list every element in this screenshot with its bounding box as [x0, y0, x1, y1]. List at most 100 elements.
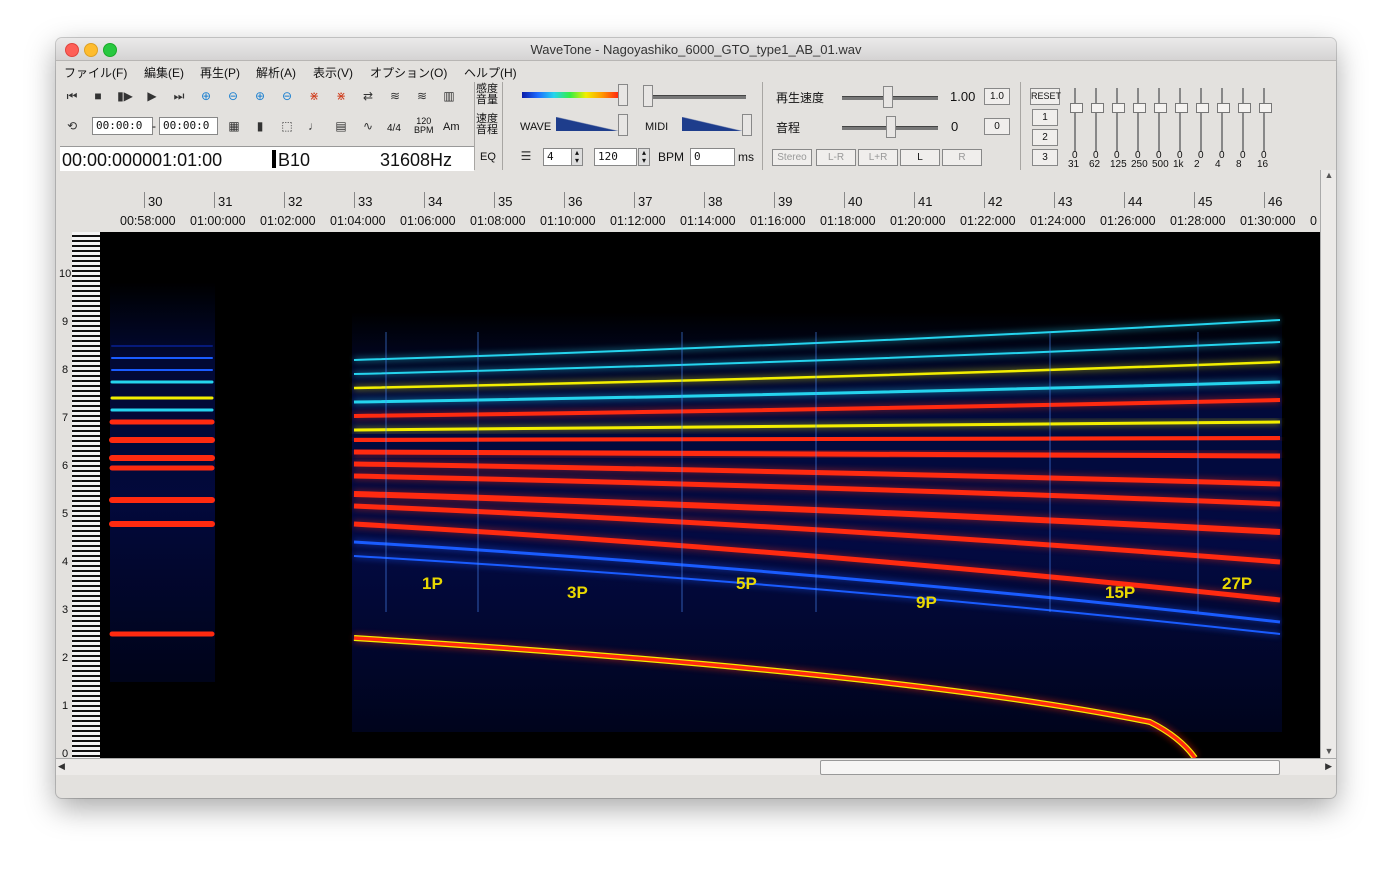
eq-band-knob[interactable]	[1175, 103, 1188, 113]
bpm-indicator[interactable]: 120 BPM	[414, 117, 434, 135]
mode-r[interactable]: R	[942, 149, 982, 166]
menu-view[interactable]: 表示(V)	[313, 64, 353, 81]
scroll-left-icon[interactable]: ◀	[58, 761, 65, 772]
speed-reset-button[interactable]: 1.0	[984, 88, 1010, 105]
ruler-bar-number: 31	[218, 194, 233, 209]
curve-icon[interactable]: ∿	[358, 116, 378, 136]
eq-band-track[interactable]	[1116, 88, 1118, 152]
mode-l[interactable]: L	[900, 149, 940, 166]
eq-band-track[interactable]	[1137, 88, 1139, 152]
eq-band-knob[interactable]	[1070, 103, 1083, 113]
eq-band-track[interactable]	[1179, 88, 1181, 152]
beat-grid-icon[interactable]: ☰	[516, 146, 536, 166]
scroll-up-icon[interactable]: ▲	[1321, 170, 1336, 184]
ruler-bar-number: 34	[428, 194, 443, 209]
time-signature[interactable]: 4/4	[387, 123, 401, 134]
menu-help[interactable]: ヘルプ(H)	[464, 64, 517, 81]
eq-band-track[interactable]	[1242, 88, 1244, 152]
pitch-thumb[interactable]	[886, 116, 896, 138]
fast-forward-icon[interactable]: ⏭	[169, 86, 189, 106]
sensitivity-thumb[interactable]	[618, 84, 628, 106]
ruler-time-label: 01:20:000	[890, 214, 946, 228]
pitch-reset-button[interactable]: 0	[984, 118, 1010, 135]
ruler-tick	[1124, 192, 1125, 208]
stop-icon[interactable]: ■	[88, 86, 108, 106]
octave-label: 9	[62, 316, 69, 328]
eq-band-knob[interactable]	[1259, 103, 1272, 113]
chord-label[interactable]: Am	[443, 122, 460, 133]
ruler-tick	[774, 192, 775, 208]
horizontal-scrollbar[interactable]: ◀ ▶	[56, 758, 1336, 775]
expand-icon[interactable]: ⋇	[304, 86, 324, 106]
zoom-in-h-icon[interactable]: ⊕	[196, 86, 216, 106]
select-icon[interactable]: ⬚	[277, 116, 297, 136]
menu-options[interactable]: オプション(O)	[370, 64, 447, 81]
eq-band-track[interactable]	[1221, 88, 1223, 152]
midi-level[interactable]	[682, 117, 742, 131]
mode-l-plus-r[interactable]: L+R	[858, 149, 898, 166]
eq-label[interactable]: EQ	[480, 152, 496, 163]
menu-file[interactable]: ファイル(F)	[64, 64, 127, 81]
play-icon[interactable]: ▶	[142, 86, 162, 106]
ruler-time-label: 01:08:000	[470, 214, 526, 228]
eq-reset-button[interactable]: RESET	[1030, 88, 1061, 105]
scroll-right-icon[interactable]: ▶	[1325, 761, 1332, 772]
eq-preset-2[interactable]: 2	[1032, 129, 1058, 146]
swap-icon[interactable]: ⇄	[358, 86, 378, 106]
waveform2-icon[interactable]: ≋	[412, 86, 432, 106]
eq-band-track[interactable]	[1200, 88, 1202, 152]
zoom-out-v-icon[interactable]: ⊖	[277, 86, 297, 106]
eq-band-track[interactable]	[1074, 88, 1076, 152]
loop-start-field[interactable]: 00:00:0	[92, 117, 153, 135]
eq-band-knob[interactable]	[1196, 103, 1209, 113]
eq-band-knob[interactable]	[1112, 103, 1125, 113]
eq-band-knob[interactable]	[1133, 103, 1146, 113]
menu-analyze[interactable]: 解析(A)	[256, 64, 296, 81]
timeline-ruler[interactable]: 30 31 32 33 34 35 36 37 38 39 40 41 42 43 44 45 46 00:58…	[100, 190, 1320, 233]
tempo-stepper[interactable]: ▴ ▾	[638, 148, 650, 166]
volume-track[interactable]	[646, 95, 746, 99]
eq-band-track[interactable]	[1158, 88, 1160, 152]
loop-icon[interactable]: ⟲	[62, 116, 82, 136]
menu-edit[interactable]: 編集(E)	[144, 64, 184, 81]
eq-band-knob[interactable]	[1238, 103, 1251, 113]
horizontal-scroll-thumb[interactable]	[820, 760, 1280, 775]
eq-preset-3[interactable]: 3	[1032, 149, 1058, 166]
eq-band-track[interactable]	[1095, 88, 1097, 152]
mode-stereo[interactable]: Stereo	[772, 149, 812, 166]
wave-thumb[interactable]	[618, 114, 628, 136]
zoom-out-h-icon[interactable]: ⊖	[223, 86, 243, 106]
note-icon[interactable]: ♩	[304, 116, 324, 136]
table-icon[interactable]: ▤	[331, 116, 351, 136]
eq-band-knob[interactable]	[1217, 103, 1230, 113]
waveform-icon[interactable]: ≋	[385, 86, 405, 106]
speed-thumb[interactable]	[883, 86, 893, 108]
step-icon[interactable]: ▮▶	[115, 86, 135, 106]
shrink-icon[interactable]: ⋇	[331, 86, 351, 106]
loop-end-field[interactable]: 00:00:0	[159, 117, 218, 135]
midi-thumb[interactable]	[742, 114, 752, 136]
ruler-time-label: 00:58:000	[120, 214, 176, 228]
grid-icon[interactable]: ▦	[224, 116, 244, 136]
menu-play[interactable]: 再生(P)	[200, 64, 240, 81]
volume-thumb[interactable]	[643, 85, 653, 107]
eq-preset-1[interactable]: 1	[1032, 109, 1058, 126]
eq-band-track[interactable]	[1263, 88, 1265, 152]
spectrogram[interactable]: 1P 3P 5P 9P 15P 27P	[100, 232, 1320, 758]
tempo-field[interactable]: 120	[594, 148, 637, 166]
ruler-tick	[214, 192, 215, 208]
piano-keyboard[interactable]	[72, 232, 100, 758]
speed-pitch-label: 速度 音程	[476, 113, 498, 136]
zoom-in-v-icon[interactable]: ⊕	[250, 86, 270, 106]
book-icon[interactable]: ▥	[439, 86, 459, 106]
window-title: WaveTone - Nagoyashiko_6000_GTO_type1_AB…	[530, 42, 862, 57]
marker-icon[interactable]: ▮	[250, 116, 270, 136]
eq-band-knob[interactable]	[1091, 103, 1104, 113]
rewind-icon[interactable]: ⏮	[62, 86, 82, 106]
beats-stepper[interactable]: ▴ ▾	[571, 148, 583, 166]
eq-band-knob[interactable]	[1154, 103, 1167, 113]
vertical-scrollbar[interactable]: ▲ ▼	[1320, 170, 1336, 760]
offset-field[interactable]: 0	[690, 148, 735, 166]
wave-level[interactable]	[556, 117, 618, 131]
mode-l-minus-r[interactable]: L-R	[816, 149, 856, 166]
